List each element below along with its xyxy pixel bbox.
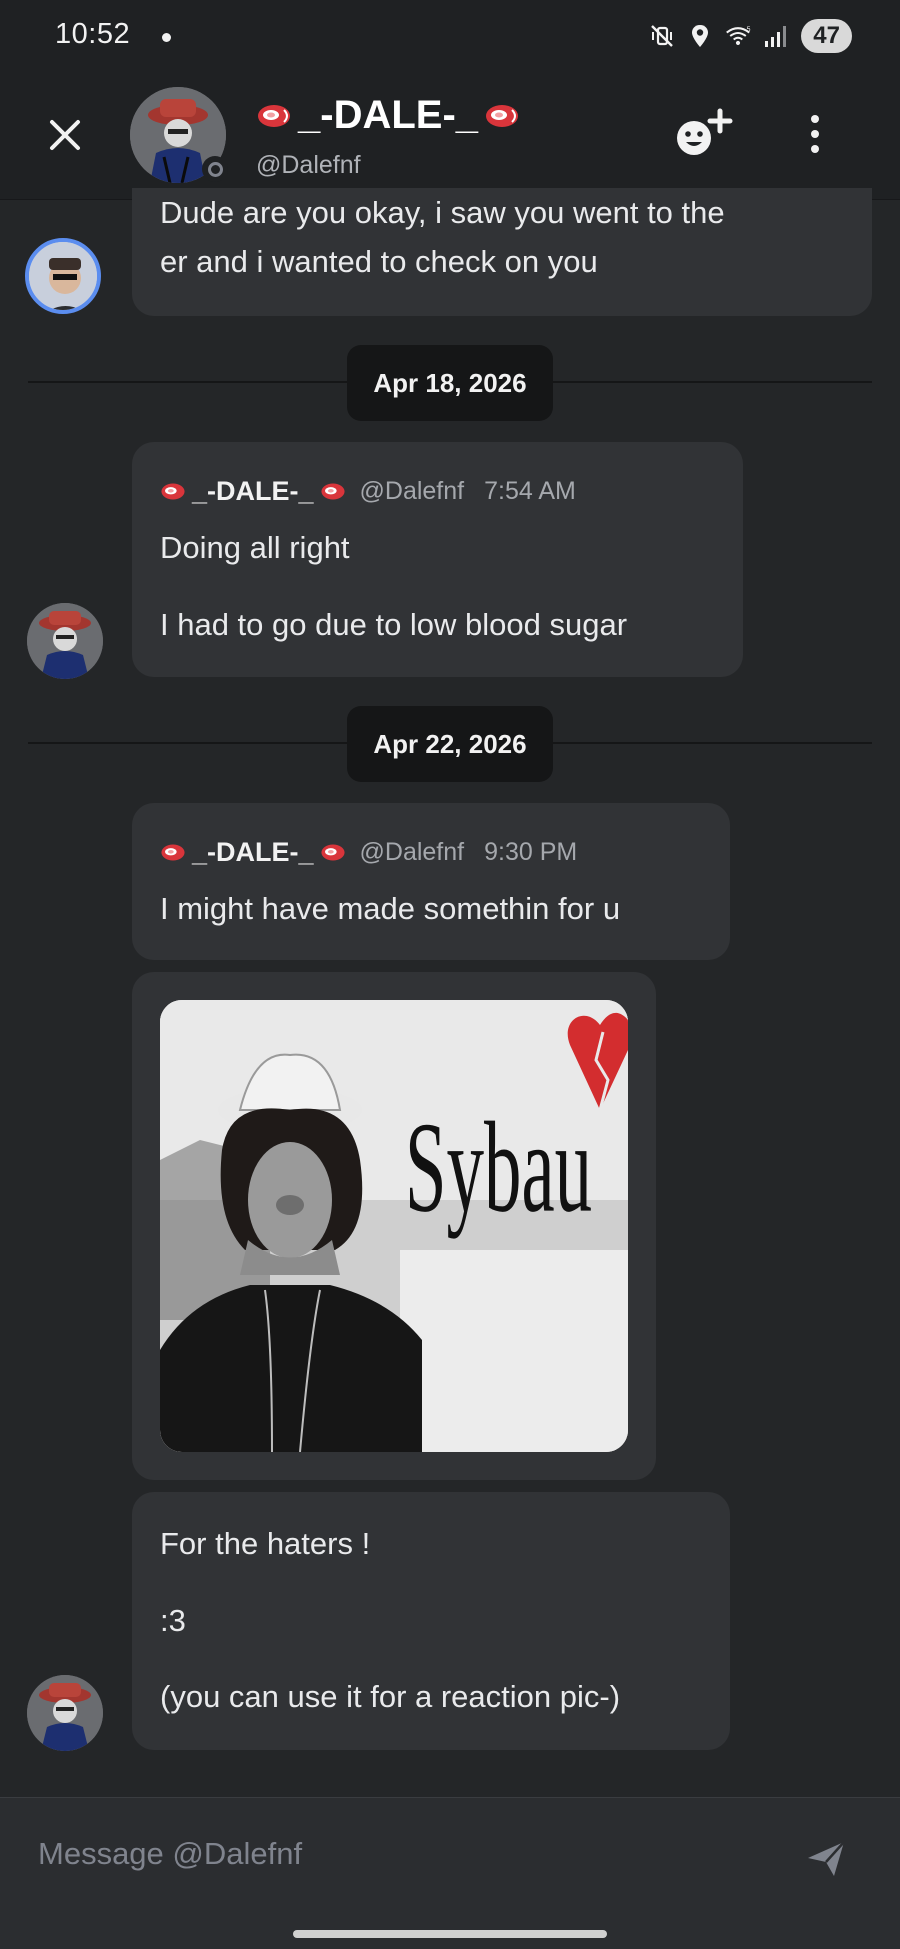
steak-emoji-icon	[161, 844, 185, 861]
message-line: (you can use it for a reaction pic-)	[160, 1679, 621, 1714]
message-line: I had to go due to low blood sugar	[160, 607, 628, 642]
notification-dot	[162, 33, 171, 42]
steak-emoji-icon	[320, 483, 345, 500]
send-button[interactable]	[802, 1834, 850, 1882]
message-timestamp: 7:54 AM	[484, 477, 576, 505]
message-input[interactable]: Message @Dalefnf	[38, 1836, 302, 1872]
status-time: 10:52	[55, 18, 131, 50]
more-dot-icon	[811, 130, 819, 138]
battery-indicator: 47	[801, 19, 852, 53]
add-friend-button[interactable]	[668, 105, 736, 163]
presence-indicator	[202, 156, 228, 182]
steak-emoji-icon	[320, 844, 345, 861]
more-dot-icon	[811, 145, 819, 153]
message-line: :3	[160, 1603, 186, 1638]
author-handle: @Dalefnf	[359, 838, 465, 866]
steak-emoji-icon	[161, 483, 185, 500]
close-button[interactable]	[40, 110, 90, 160]
image-caption-text: Sybau	[405, 1095, 592, 1238]
more-options-button[interactable]	[800, 105, 830, 163]
avatar-illustration	[27, 603, 103, 679]
message-line: er and i wanted to check on you	[160, 244, 598, 279]
message-bubble[interactable]: _-DALE-_ @Dalefnf 9:30 PM I might have m…	[132, 803, 730, 960]
close-icon	[50, 120, 80, 150]
message-bubble[interactable]: Dude are you okay, i saw you went to the…	[132, 188, 872, 316]
status-icons: 5 47	[649, 18, 852, 54]
date-pill: Apr 18, 2026	[347, 345, 553, 421]
avatar-illustration	[27, 1675, 103, 1751]
attachment-image: Sybau	[160, 1000, 628, 1452]
steak-emoji-icon	[258, 104, 290, 127]
author-name[interactable]: _-DALE-_	[192, 837, 314, 868]
message-line: Dude are you okay, i saw you went to the	[160, 195, 725, 230]
avatar-photo	[29, 242, 97, 310]
sender-avatar[interactable]	[27, 1675, 103, 1751]
message-line: I might have made somethin for u	[160, 891, 621, 926]
steak-emoji-icon	[486, 104, 519, 127]
more-dot-icon	[811, 115, 819, 123]
sender-avatar[interactable]	[27, 603, 103, 679]
location-icon	[692, 25, 709, 47]
message-meta: _-DALE-_ @Dalefnf 9:30 PM	[160, 837, 577, 868]
message-line: Doing all right	[160, 530, 350, 565]
signal-icon	[765, 26, 787, 47]
message-composer: Message @Dalefnf	[0, 1797, 900, 1949]
conversation-header: _-DALE-_ @Dalefnf	[0, 75, 900, 200]
status-bar: 10:52 5 47	[0, 0, 900, 75]
sender-avatar[interactable]	[25, 238, 101, 314]
message-timestamp: 9:30 PM	[484, 838, 578, 866]
message-meta: _-DALE-_ @Dalefnf 7:54 AM	[160, 476, 576, 507]
conversation-name: _-DALE-_	[298, 93, 479, 137]
author-handle: @Dalefnf	[359, 477, 465, 505]
mute-vibrate-icon	[651, 25, 674, 47]
message-bubble[interactable]: For the haters ! :3 (you can use it for …	[132, 1492, 730, 1750]
author-name[interactable]: _-DALE-_	[192, 476, 314, 507]
wifi-icon: 5	[726, 27, 751, 46]
message-line: For the haters !	[160, 1526, 371, 1561]
svg-text:5: 5	[747, 27, 751, 34]
conversation-title: _-DALE-_	[256, 93, 520, 138]
message-bubble[interactable]: _-DALE-_ @Dalefnf 7:54 AM Doing all righ…	[132, 442, 743, 677]
home-indicator[interactable]	[293, 1930, 607, 1938]
image-attachment[interactable]: Sybau	[160, 1000, 628, 1452]
conversation-handle: @Dalefnf	[256, 151, 361, 179]
date-pill: Apr 22, 2026	[347, 706, 553, 782]
